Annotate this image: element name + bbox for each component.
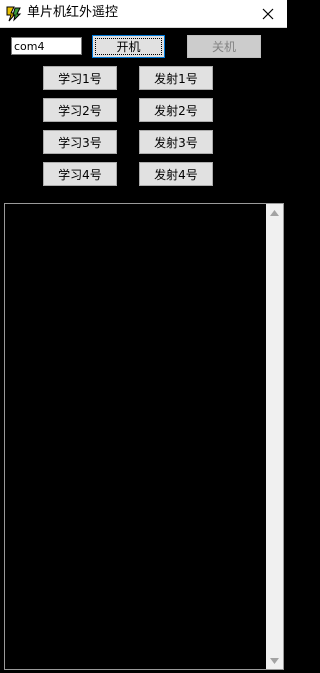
send-button-1[interactable]: 发射1号	[139, 66, 213, 90]
window-title: 单片机红外遥控	[27, 5, 119, 20]
power-off-label: 关机	[211, 40, 236, 54]
send-button-4[interactable]: 发射4号	[139, 162, 213, 186]
learn-button-3[interactable]: 学习3号	[43, 130, 117, 154]
scroll-down-button[interactable]	[266, 652, 283, 669]
learn-button-2[interactable]: 学习2号	[43, 98, 117, 122]
learn-button-4[interactable]: 学习4号	[43, 162, 117, 186]
learn-button-label: 学习3号	[58, 135, 102, 150]
send-button-label: 发射4号	[154, 167, 198, 182]
power-on-button[interactable]: 开机	[92, 35, 165, 58]
send-button-label: 发射1号	[154, 71, 198, 86]
send-button-label: 发射3号	[154, 135, 198, 150]
close-button[interactable]	[249, 0, 287, 27]
send-button-3[interactable]: 发射3号	[139, 130, 213, 154]
title-bar: 单片机红外遥控	[0, 0, 287, 28]
triangle-up-icon	[270, 209, 279, 216]
client-area: 开机 关机 学习1号 学习2号 学习3号 学习4号 发射1号 发射2号 发射3号…	[0, 28, 287, 673]
learn-button-label: 学习1号	[58, 71, 102, 86]
learn-button-label: 学习4号	[58, 167, 102, 182]
scroll-up-button[interactable]	[266, 204, 283, 221]
vertical-scrollbar[interactable]	[266, 204, 283, 669]
app-icon	[5, 5, 22, 22]
send-button-2[interactable]: 发射2号	[139, 98, 213, 122]
log-textarea[interactable]	[4, 203, 284, 670]
send-button-label: 发射2号	[154, 103, 198, 118]
com-port-input[interactable]	[11, 37, 82, 55]
triangle-down-icon	[270, 657, 279, 664]
close-icon	[262, 8, 274, 19]
power-on-label: 开机	[116, 40, 141, 54]
learn-button-1[interactable]: 学习1号	[43, 66, 117, 90]
power-off-button[interactable]: 关机	[187, 35, 261, 58]
learn-button-label: 学习2号	[58, 103, 102, 118]
